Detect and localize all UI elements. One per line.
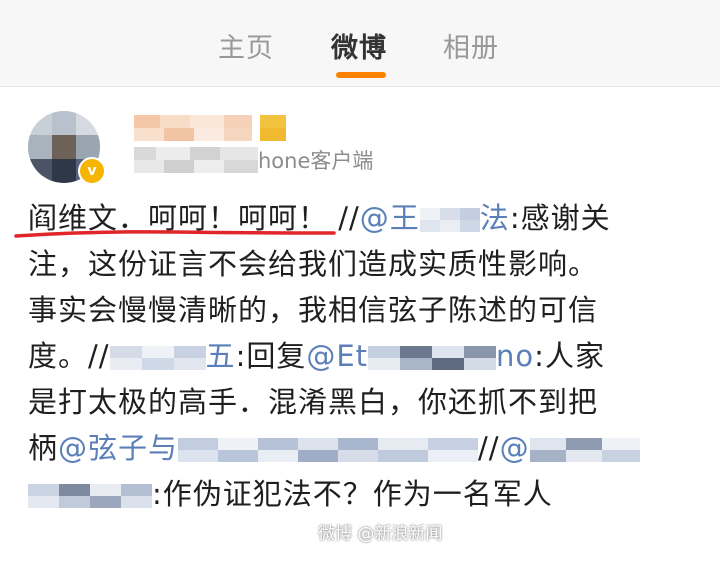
mention-link-tail[interactable]: no [496,339,534,373]
blurred-mention [178,438,479,462]
post-line: 是打太极的高手．混淆黑白，你还抓不到把 [28,385,599,419]
blurred-mention [28,484,152,508]
watermark: 微博 @新浪新闻 [318,524,443,544]
mention-link[interactable]: @Et [306,339,368,373]
blurred-mention [419,208,480,232]
repost-separator: // [478,431,500,465]
mention-link[interactable]: @弦子与 [58,431,178,465]
reply-label: :回复 [235,339,307,373]
username-blurred[interactable] [134,115,294,141]
post-line-text: 柄 [28,431,59,465]
mention-link-tail[interactable]: 五 [206,339,236,373]
post-text: 阎维文．呵呵！呵呵！ //@王 法:感谢关 注，这份证言不会给我们造成实质性影响。… [28,195,698,517]
tab-album[interactable]: 相册 [443,26,499,65]
post-line: 事实会慢慢清晰的，我相信弦子陈述的可信 [28,293,599,327]
red-highlight-underline [14,230,336,238]
post-line: 度。// 五:回复@Et no:人家 [28,333,698,379]
verified-badge-icon: v [78,157,106,185]
post-client-source: hone客户端 [258,149,374,173]
post-time-blurred [134,147,258,173]
repost-separator: // [338,201,360,235]
active-tab-indicator [336,72,386,78]
tab-weibo[interactable]: 微博 [331,26,387,65]
blurred-mention [368,346,497,370]
mention-link[interactable]: @ [500,431,530,465]
post-line: :作伪证犯法不？作为一名军人 [28,471,698,517]
post-line: 注，这份证言不会给我们造成实质性影响。 [28,247,599,281]
post-line-text: 度。// [28,339,110,373]
post-line-text: :感谢关 [509,201,611,235]
post-line: 柄@弦子与 //@ [28,425,698,471]
post-line-text: :作伪证犯法不？作为一名军人 [152,477,553,511]
tab-home[interactable]: 主页 [218,26,274,65]
post-line-text: :人家 [534,339,605,373]
mention-link-tail[interactable]: 法 [480,201,510,235]
weibo-post-card: v hone客户端 阎维文．呵呵！呵呵！ //@王 法:感谢关 注，这份证言不会给… [0,86,720,566]
profile-tab-bar: 主页 微博 相册 [0,0,720,86]
blurred-mention [529,438,640,462]
mention-link[interactable]: @王 [360,201,420,235]
blurred-mention [109,346,206,370]
